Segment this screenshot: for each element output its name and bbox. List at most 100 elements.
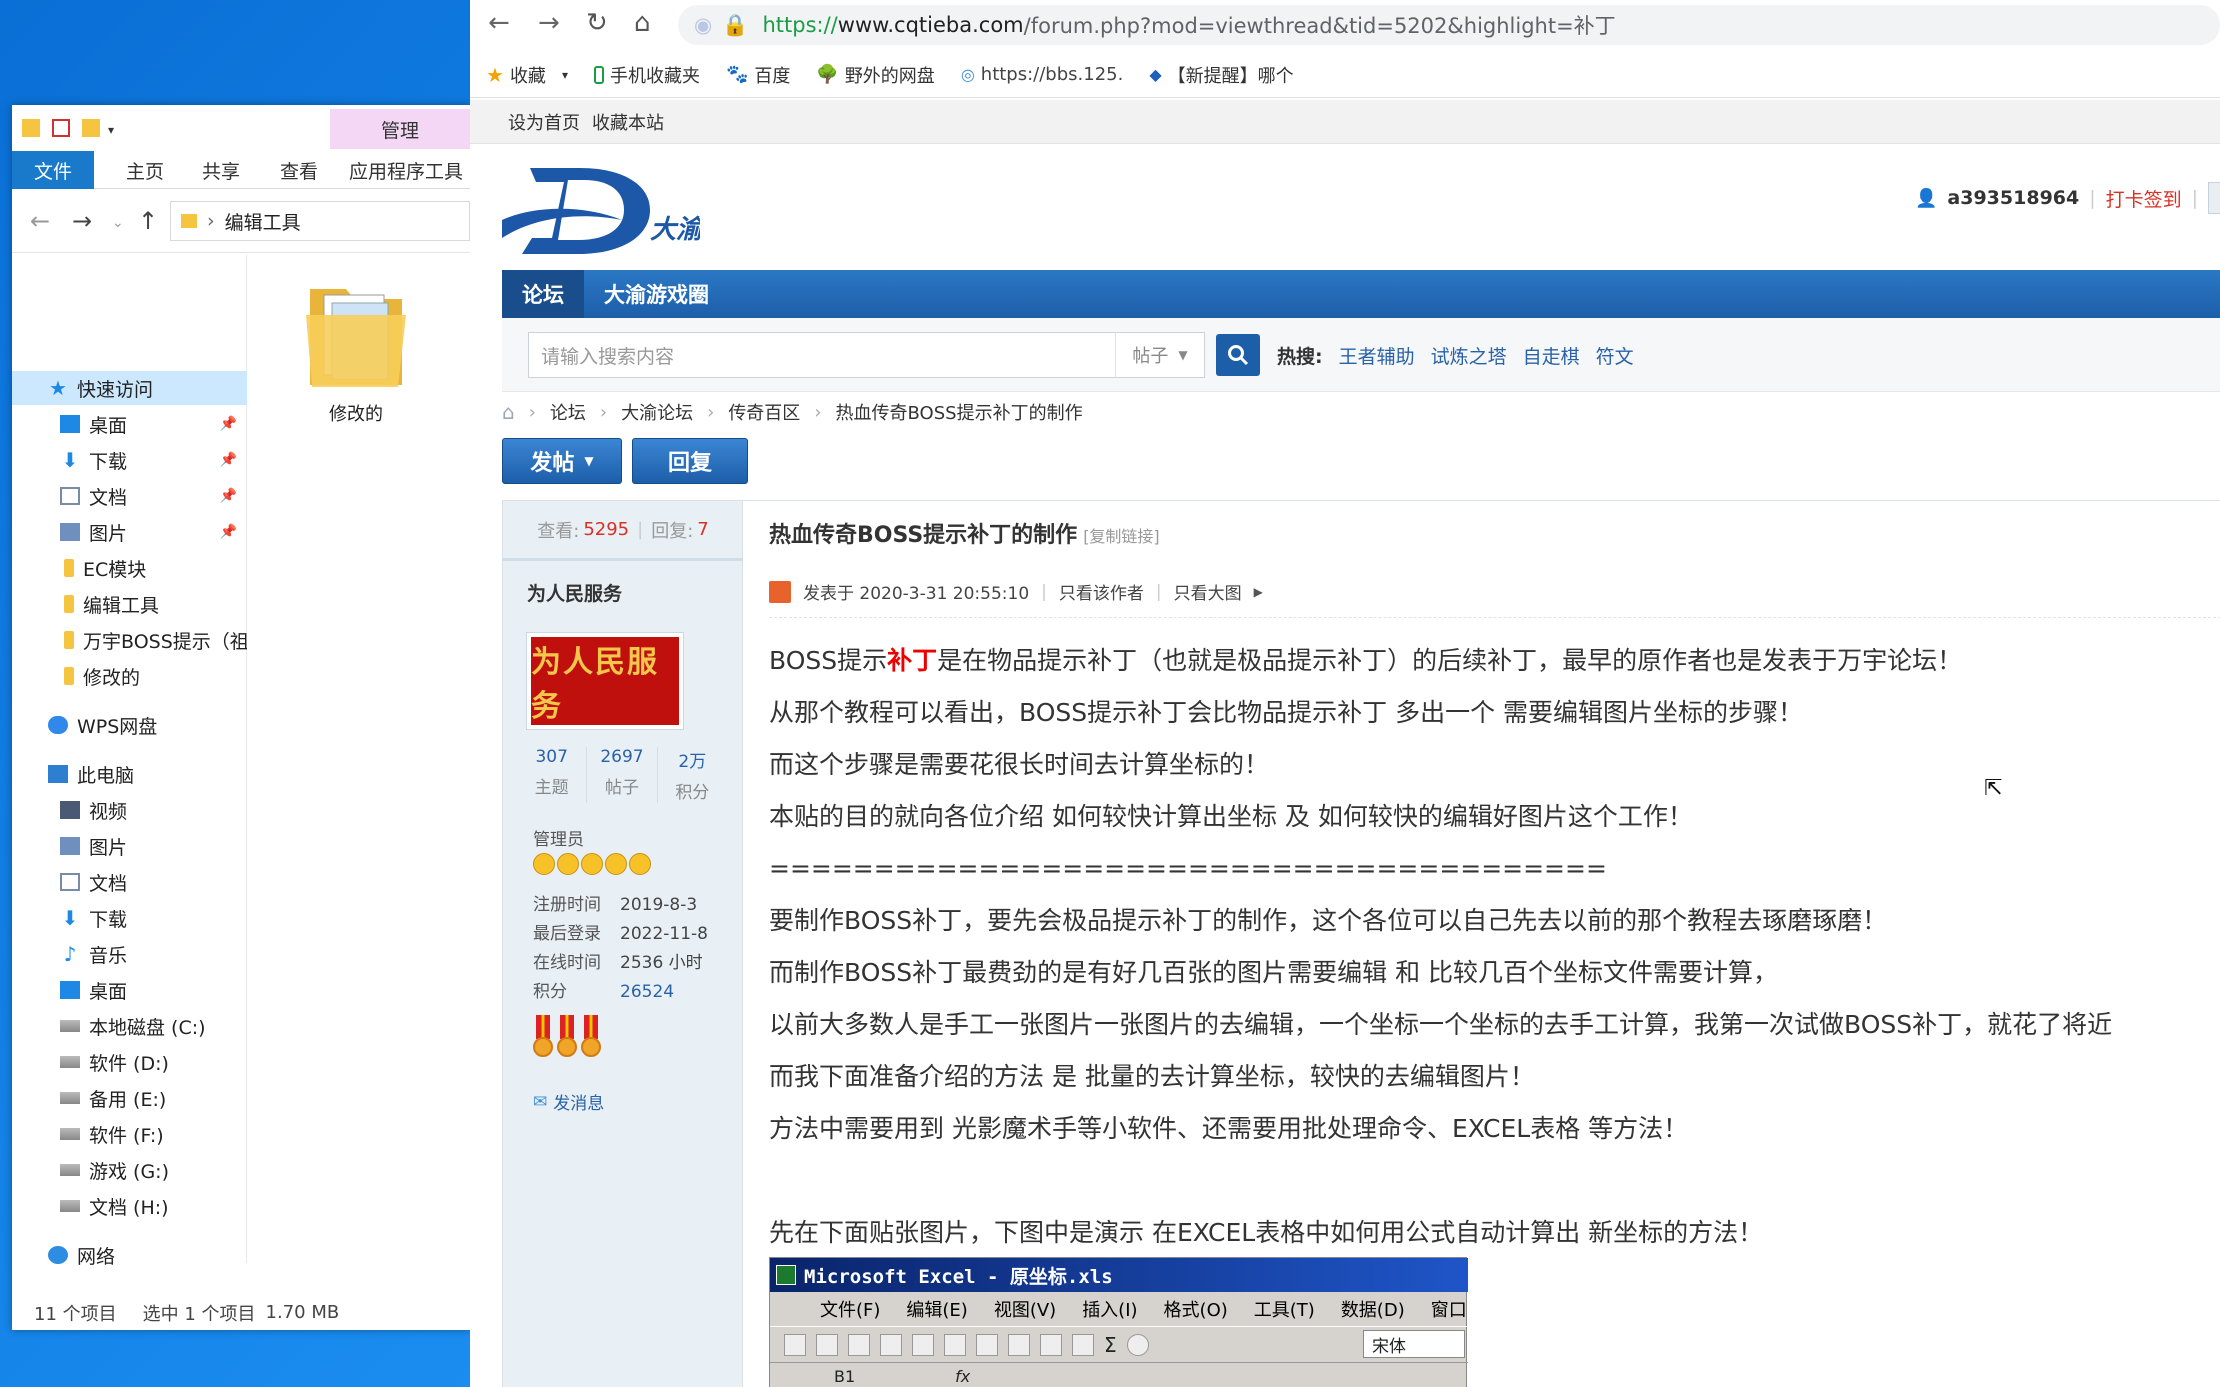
tree-item-drive-g[interactable]: 游戏 (G:) <box>12 1153 247 1187</box>
forward-arrow-icon[interactable]: → <box>538 8 560 38</box>
author-name[interactable]: 为人民服务 <box>527 579 622 606</box>
search-button[interactable] <box>1216 334 1260 376</box>
tree-item-pictures-pc[interactable]: 图片 <box>12 829 247 863</box>
pin-icon: 📌 <box>219 488 237 504</box>
bookmark-new-reminder[interactable]: ◆ 【新提醒】哪个 <box>1149 62 1293 88</box>
breadcrumb-section[interactable]: 传奇百区 <box>728 399 800 425</box>
set-homepage-link[interactable]: 设为首页 <box>508 109 580 135</box>
stat-topics[interactable]: 307 主题 <box>517 747 586 803</box>
tab-view[interactable]: 查看 <box>266 151 332 189</box>
breadcrumb-thread[interactable]: 热血传奇BOSS提示补丁的制作 <box>836 399 1083 425</box>
tree-item-desktop-pc[interactable]: 桌面 <box>12 973 247 1007</box>
tree-item-downloads-pc[interactable]: ⬇ 下载 <box>12 901 247 935</box>
thread-title-text: 热血传奇BOSS提示补丁的制作 <box>769 523 1078 548</box>
rank-smiley-icon <box>581 853 603 875</box>
checkin-link[interactable]: 打卡签到 <box>2106 185 2182 212</box>
bookmark-mobile[interactable]: 手机收藏夹 <box>593 62 700 88</box>
breadcrumb-dayu[interactable]: 大渝论坛 <box>621 399 693 425</box>
username-link[interactable]: a393518964 <box>1947 187 2079 209</box>
medal-icon[interactable] <box>533 1015 553 1063</box>
selected-count: 选中 1 个项目 <box>142 1303 256 1325</box>
tree-item-drive-e[interactable]: 备用 (E:) <box>12 1081 247 1115</box>
home-icon[interactable]: ⌂ <box>502 400 515 424</box>
chevron-down-icon[interactable]: ⌄ <box>112 215 124 231</box>
caret-right-icon[interactable]: ▶ <box>1254 585 1263 599</box>
properties-icon[interactable] <box>52 119 70 137</box>
home-icon[interactable]: ⌂ <box>634 8 651 38</box>
up-arrow-icon[interactable]: ↑ <box>138 207 158 235</box>
hot-link[interactable]: 自走棋 <box>1523 342 1580 369</box>
copy-link[interactable]: [复制链接] <box>1083 527 1160 546</box>
tree-item-this-pc[interactable]: 此电脑 <box>12 757 247 791</box>
tree-item-network[interactable]: 网络 <box>12 1238 247 1272</box>
bookmark-baidu[interactable]: 🐾 百度 <box>726 62 790 88</box>
site-info-icon[interactable]: ◉ <box>694 13 712 37</box>
site-logo[interactable]: 大渝 <box>500 158 700 262</box>
medal-icon[interactable] <box>557 1015 577 1063</box>
tree-item-ec-module[interactable]: EC模块 <box>12 551 247 585</box>
url-bar[interactable]: ◉ 🔒 https://www.cqtieba.com/forum.php?mo… <box>678 5 2220 45</box>
tab-share[interactable]: 共享 <box>188 151 254 189</box>
tree-item-documents[interactable]: 文档 📌 <box>12 479 247 513</box>
tree-item-quick-access[interactable]: ★ 快速访问 <box>12 371 247 405</box>
path-box[interactable]: › 编辑工具 <box>170 201 470 241</box>
tree-item-edit-tools[interactable]: 编辑工具 <box>12 587 247 621</box>
folder-item-label[interactable]: 修改的 <box>292 400 420 426</box>
tree-item-drive-d[interactable]: 软件 (D:) <box>12 1045 247 1079</box>
tree-item-pictures[interactable]: 图片 📌 <box>12 515 247 549</box>
nav-game-circle[interactable]: 大渝游戏圈 <box>584 270 729 318</box>
tree-item-desktop[interactable]: 桌面 📌 <box>12 407 247 441</box>
stat-points[interactable]: 2万 积分 <box>658 747 727 803</box>
lock-icon[interactable]: 🔒 <box>722 13 748 38</box>
bookmark-site-link[interactable]: 收藏本站 <box>592 109 664 135</box>
tree-item-wps-cloud[interactable]: WPS网盘 <box>12 708 247 742</box>
tree-item-documents-pc[interactable]: 文档 <box>12 865 247 899</box>
new-post-button[interactable]: 发帖 ▼ <box>502 438 622 484</box>
bookmark-favorites[interactable]: ★ 收藏 ▾ <box>486 62 568 88</box>
nav-forum[interactable]: 论坛 <box>502 270 584 318</box>
qq-login-icon[interactable] <box>2208 182 2220 214</box>
paste-icon <box>1008 1333 1030 1356</box>
folder-icon[interactable] <box>22 119 40 137</box>
reply-button[interactable]: 回复 <box>632 438 748 484</box>
tree-item-modified[interactable]: 修改的 <box>12 659 247 693</box>
chevron-down-icon[interactable]: ▾ <box>562 68 568 82</box>
tree-item-wanyu-boss[interactable]: 万宇BOSS提示（祖 <box>12 623 247 657</box>
chevron-down-icon[interactable]: ▾ <box>108 123 126 141</box>
tree-item-videos[interactable]: 视频 <box>12 793 247 827</box>
tree-item-downloads[interactable]: ⬇ 下载 📌 <box>12 443 247 477</box>
tree-item-drive-c[interactable]: 本地磁盘 (C:) <box>12 1009 247 1043</box>
tree-item-drive-h[interactable]: 文档 (H:) <box>12 1189 247 1223</box>
reload-icon[interactable]: ↻ <box>586 8 608 38</box>
stat-value: 307 <box>535 747 568 767</box>
forward-arrow-icon[interactable]: → <box>72 207 92 235</box>
ribbon-context-manage[interactable]: 管理 <box>330 109 470 149</box>
back-arrow-icon[interactable]: ← <box>30 207 50 235</box>
tab-app-tools[interactable]: 应用程序工具 <box>342 151 470 189</box>
hot-link[interactable]: 试炼之塔 <box>1431 342 1507 369</box>
hot-link[interactable]: 符文 <box>1596 342 1634 369</box>
tree-item-music[interactable]: ♪ 音乐 <box>12 937 247 971</box>
search-type-select[interactable]: 帖子 ▼ <box>1115 332 1205 378</box>
tree-item-drive-f[interactable]: 软件 (F:) <box>12 1117 247 1151</box>
search-type-label: 帖子 <box>1132 346 1169 367</box>
sum-icon: Σ <box>1104 1332 1117 1357</box>
send-message-link[interactable]: ✉ 发消息 <box>533 1089 604 1115</box>
avatar[interactable]: 为人民服务 <box>527 633 683 729</box>
desktop-icon <box>60 981 80 999</box>
stat-posts[interactable]: 2697 帖子 <box>586 747 658 803</box>
stat-label: 帖子 <box>604 778 639 798</box>
bookmark-bbs125[interactable]: ◎ https://bbs.125. <box>961 64 1124 85</box>
new-folder-icon[interactable] <box>82 119 100 137</box>
tab-home[interactable]: 主页 <box>112 151 178 189</box>
only-author-link[interactable]: 只看该作者 <box>1059 579 1144 604</box>
only-images-link[interactable]: 只看大图 <box>1174 579 1242 604</box>
bookmark-netdisk[interactable]: 🌳 野外的网盘 <box>816 62 934 88</box>
medal-icon[interactable] <box>581 1015 601 1063</box>
breadcrumb-forum[interactable]: 论坛 <box>550 399 586 425</box>
hot-link[interactable]: 王者辅助 <box>1339 342 1415 369</box>
search-input[interactable]: 请输入搜索内容 <box>528 332 1162 378</box>
tab-file[interactable]: 文件 <box>12 151 94 189</box>
folder-large-icon[interactable] <box>302 275 410 395</box>
back-arrow-icon[interactable]: ← <box>488 8 510 38</box>
